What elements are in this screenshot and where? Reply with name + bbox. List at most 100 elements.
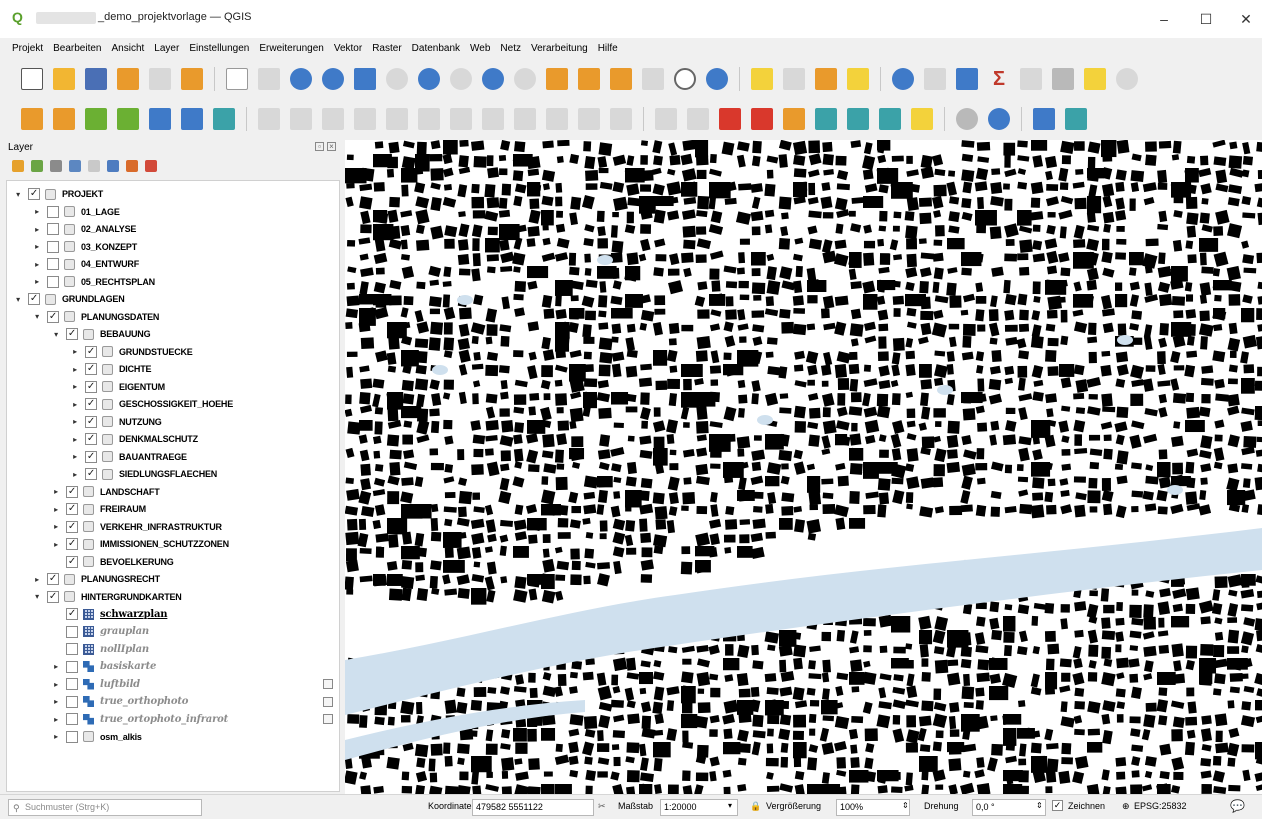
layer-notes-icon[interactable] — [323, 679, 333, 689]
plugin-web-icon[interactable] — [988, 108, 1010, 130]
layer-notes-icon[interactable] — [323, 714, 333, 724]
layer-tree-item[interactable]: ▸ 03_KONZEPT — [32, 238, 137, 256]
expand-arrow-icon[interactable]: ▸ — [32, 225, 42, 234]
cut-features-icon[interactable] — [482, 108, 504, 130]
render-checkbox[interactable]: ✓ — [1052, 800, 1063, 811]
layer-tree-item[interactable]: ▸ true_ortophoto_infrarot — [51, 710, 228, 728]
zoom-selection-icon[interactable] — [386, 68, 408, 90]
coordinate-field[interactable]: 479582 5551122 — [472, 799, 594, 816]
menu-datenbank[interactable]: Datenbank — [410, 41, 462, 56]
crs-globe-icon[interactable]: ⊕ — [1122, 801, 1130, 812]
label-pin-icon[interactable] — [687, 108, 709, 130]
layer-visibility-checkbox[interactable] — [47, 258, 59, 270]
new-project-icon[interactable] — [21, 68, 43, 90]
menu-erweiterungen[interactable]: Erweiterungen — [257, 41, 325, 56]
delete-selected-icon[interactable] — [450, 108, 472, 130]
new-map-view-icon[interactable] — [546, 68, 568, 90]
expand-arrow-icon[interactable]: ▸ — [70, 347, 80, 356]
expand-arrow-icon[interactable]: ▸ — [32, 207, 42, 216]
layer-tree-item[interactable]: ▸ ✓ GRUNDSTUECKE — [70, 343, 193, 361]
expand-arrow-icon[interactable]: ▸ — [51, 522, 61, 531]
locator-icon[interactable] — [1116, 68, 1138, 90]
add-layer-icon[interactable] — [53, 108, 75, 130]
menu-projekt[interactable]: Projekt — [10, 41, 45, 56]
expand-arrow-icon[interactable]: ▸ — [70, 470, 80, 479]
layer-visibility-checkbox[interactable]: ✓ — [85, 415, 97, 428]
panel-close-icon[interactable]: × — [327, 142, 336, 151]
undo-icon[interactable] — [578, 108, 600, 130]
menu-raster[interactable]: Raster — [370, 41, 403, 56]
layer-visibility-checkbox[interactable]: ✓ — [85, 468, 97, 480]
statistics-sigma-icon[interactable]: Σ — [988, 68, 1010, 90]
layer-tree-item[interactable]: ▸ osm_alkis — [51, 728, 142, 746]
collapse-arrow-icon[interactable]: ▾ — [32, 592, 42, 601]
save-project-icon[interactable] — [85, 68, 107, 90]
crs-button[interactable]: EPSG:25832 — [1134, 801, 1187, 811]
select-by-value-icon[interactable] — [783, 68, 805, 90]
layer-visibility-checkbox[interactable]: ✓ — [47, 590, 59, 603]
data-source-manager-icon[interactable] — [21, 108, 43, 130]
layer-visibility-checkbox[interactable] — [66, 730, 78, 743]
layer-visibility-checkbox[interactable]: ✓ — [85, 450, 97, 463]
layer-tree-item[interactable]: ▸ true_orthophoto — [51, 693, 188, 711]
label-move-icon[interactable] — [751, 108, 773, 130]
scale-field[interactable]: 1:20000 — [660, 799, 738, 816]
expand-arrow-icon[interactable]: ▸ — [51, 662, 61, 671]
layer-visibility-checkbox[interactable]: ✓ — [66, 608, 78, 620]
layer-visibility-checkbox[interactable] — [47, 240, 59, 253]
layer-tree-item[interactable]: ▸ ✓ IMMISSIONEN_SCHUTZZONEN — [51, 535, 229, 553]
layer-visibility-checkbox[interactable]: ✓ — [47, 310, 59, 323]
expand-arrow-icon[interactable]: ▸ — [70, 417, 80, 426]
zoom-last-icon[interactable] — [482, 68, 504, 90]
map-tips-icon[interactable] — [1084, 68, 1106, 90]
layer-tree-item[interactable]: ▸ luftbild — [51, 675, 140, 693]
layer-visibility-checkbox[interactable]: ✓ — [66, 328, 78, 340]
expand-arrow-icon[interactable]: ▸ — [51, 680, 61, 689]
zoom-out-icon[interactable] — [322, 68, 344, 90]
collapse-arrow-icon[interactable]: ▾ — [51, 330, 61, 339]
layer-visibility-checkbox[interactable]: ✓ — [66, 520, 78, 533]
layer-visibility-checkbox[interactable] — [66, 625, 78, 638]
help-icon[interactable] — [1033, 108, 1055, 130]
layer-visibility-checkbox[interactable]: ✓ — [66, 538, 78, 550]
plugin-globe-icon[interactable] — [956, 108, 978, 130]
menu-web[interactable]: Web — [468, 41, 492, 56]
line-measure-icon[interactable] — [1052, 68, 1074, 90]
layer-tree-item[interactable]: ▾ ✓ HINTERGRUNDKARTEN — [32, 588, 182, 606]
zoom-full-icon[interactable] — [354, 68, 376, 90]
magnifier-field[interactable]: 100% — [836, 799, 910, 816]
menu-verarbeitung[interactable]: Verarbeitung — [529, 41, 590, 56]
expand-all-icon[interactable] — [107, 160, 119, 172]
zoom-layer-icon[interactable] — [418, 68, 440, 90]
expand-arrow-icon[interactable]: ▸ — [32, 260, 42, 269]
manage-visibility-icon[interactable] — [50, 160, 62, 172]
label-properties-icon[interactable] — [815, 108, 837, 130]
layer-visibility-checkbox[interactable] — [47, 275, 59, 288]
layer-tree-item[interactable]: nollIplan — [51, 640, 149, 658]
layer-tree-item[interactable]: ▸ basiskarte — [51, 658, 156, 676]
layer-tree-item[interactable]: ▸ ✓ EIGENTUM — [70, 378, 165, 396]
expand-arrow-icon[interactable]: ▸ — [70, 435, 80, 444]
show-hide-labels-icon[interactable] — [719, 108, 741, 130]
layer-tree-item[interactable]: ✓ BEVOELKERUNG — [51, 553, 174, 571]
add-vector-layer-icon[interactable] — [85, 108, 107, 130]
menu-einstellungen[interactable]: Einstellungen — [187, 41, 251, 56]
collapse-arrow-icon[interactable]: ▾ — [32, 312, 42, 321]
layer-visibility-checkbox[interactable]: ✓ — [47, 573, 59, 585]
layer-tree-item[interactable]: ▾ ✓ PLANUNGSDATEN — [32, 308, 159, 326]
layout-manager-icon[interactable] — [149, 68, 171, 90]
add-delimited-layer-icon[interactable] — [117, 108, 139, 130]
deselect-icon[interactable] — [815, 68, 837, 90]
bookmark-icon[interactable] — [610, 68, 632, 90]
layer-visibility-checkbox[interactable]: ✓ — [66, 555, 78, 568]
refresh-icon[interactable] — [706, 68, 728, 90]
layer-visibility-checkbox[interactable] — [66, 643, 78, 655]
expand-arrow-icon[interactable]: ▸ — [70, 382, 80, 391]
layer-visibility-checkbox[interactable] — [66, 695, 78, 708]
identify-icon[interactable] — [892, 68, 914, 90]
filter-legend-icon[interactable] — [69, 160, 81, 172]
scale-dropdown-icon[interactable]: ▾ — [728, 801, 732, 810]
locator-search-input[interactable]: ⚲ Suchmuster (Strg+K) — [8, 799, 202, 816]
map-canvas[interactable] — [345, 140, 1262, 794]
layer-tree-item[interactable]: ▸ 01_LAGE — [32, 203, 120, 221]
